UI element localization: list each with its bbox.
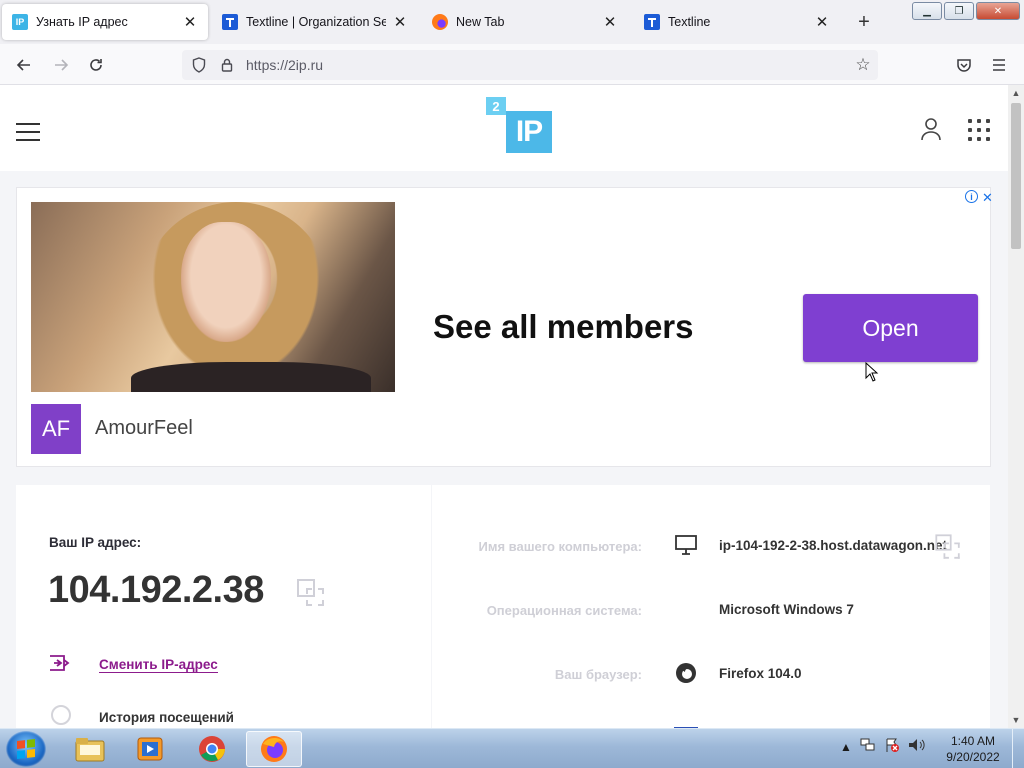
user-account-icon[interactable] [920,117,942,141]
scroll-thumb[interactable] [1011,103,1021,249]
show-desktop-button[interactable] [1012,729,1024,768]
textline-favicon-icon [644,14,660,30]
tab-title: Узнать IP адрес [36,15,128,29]
firefox-icon [674,661,698,685]
tab-textline[interactable]: Textline ✕ [634,4,840,40]
volume-icon[interactable] [908,738,926,755]
windows-taskbar: ▲ 1:40 AM 9/20/2022 [0,728,1024,768]
logo-big: IP [506,111,552,153]
2ip-favicon-icon: IP [12,14,28,30]
taskbar-clock[interactable]: 1:40 AM 9/20/2022 [936,733,1010,765]
ad-open-button[interactable]: Open [803,294,978,362]
media-player-icon[interactable] [122,731,178,767]
restore-icon[interactable]: ❐ [944,2,974,20]
firefox-favicon-icon [432,14,448,30]
tab-title: Textline [668,15,711,29]
tab-title: Textline | Organization Settings [246,15,386,29]
2ip-logo[interactable]: 2 IP [486,95,552,155]
page-viewport: 2 IP i ✕ See all members Open AF AmourFe… [0,85,1008,728]
window-close-icon[interactable]: ✕ [976,2,1020,20]
advertisement[interactable]: i ✕ See all members Open AF AmourFeel [16,187,993,467]
scroll-down-icon[interactable]: ▼ [1008,712,1024,728]
ad-choices[interactable]: i ✕ [965,190,993,206]
windows-logo-icon [17,739,35,759]
windows-icon [674,597,698,621]
tab-close-icon[interactable]: ✕ [814,14,830,31]
info-value: Microsoft Windows 7 [719,602,854,617]
system-tray: ▲ [840,737,926,756]
window-controls: ▁ ❐ ✕ [912,2,1020,20]
ad-close-icon[interactable]: ✕ [982,190,993,206]
pocket-icon[interactable] [951,52,977,78]
scroll-up-icon[interactable]: ▲ [1008,85,1024,101]
back-arrow-icon[interactable] [11,52,37,78]
info-value: ip-104-192-2-38.host.datawagon.net [719,538,948,553]
bookmark-star-icon[interactable]: ☆ [848,55,878,75]
shield-icon[interactable] [188,57,210,73]
show-hidden-icons-icon[interactable]: ▲ [840,740,852,754]
hamburger-menu-icon[interactable] [16,123,40,141]
app-menu-icon[interactable] [986,52,1012,78]
monitor-icon [674,533,698,557]
logo-small: 2 [486,97,506,115]
chrome-icon[interactable] [184,731,240,767]
history-link[interactable]: История посещений [99,710,234,725]
info-row-hostname: Имя вашего компьютера: ip-104-192-2-38.h… [432,531,990,561]
info-key: Ваш браузер: [554,667,642,682]
clock-time: 1:40 AM [950,734,996,748]
network-icon[interactable] [860,738,876,755]
ad-photo[interactable] [31,202,395,392]
firefox-taskbar-icon[interactable] [246,731,302,767]
connection-info-card: Имя вашего компьютера: ip-104-192-2-38.h… [432,485,990,728]
start-button[interactable] [6,731,46,767]
tab-2ip[interactable]: IP Узнать IP адрес ✕ [2,4,208,40]
ip-value: 104.192.2.38 [48,569,264,611]
info-row-browser: Ваш браузер: Firefox 104.0 [432,659,990,689]
lock-icon[interactable] [216,58,238,72]
tab-title: New Tab [456,15,505,29]
info-key: Имя вашего компьютера: [478,539,642,554]
textline-favicon-icon [222,14,238,30]
ad-avatar[interactable]: AF [31,404,81,454]
site-header: 2 IP [0,85,1008,171]
new-tab-plus-icon[interactable]: + [852,10,876,34]
ip-label: Ваш IP адрес: [49,535,142,550]
ad-headline[interactable]: See all members [433,308,694,346]
url-text: https://2ip.ru [246,57,324,73]
info-row-os: Операционная система: Microsoft Windows … [432,595,990,625]
ad-info-icon[interactable]: i [965,190,978,203]
action-center-flag-icon[interactable] [884,737,900,756]
copy-ip-icon[interactable] [297,579,325,607]
ip-card: Ваш IP адрес: 104.192.2.38 Сменить IP-ад… [16,485,431,728]
explorer-icon[interactable] [62,731,118,767]
page-scrollbar[interactable]: ▲ ▼ [1008,85,1024,728]
history-clock-icon [51,705,71,725]
tab-new-tab[interactable]: New Tab ✕ [422,4,628,40]
tab-close-icon[interactable]: ✕ [602,14,618,31]
clock-date: 9/20/2022 [946,750,1000,764]
tab-close-icon[interactable]: ✕ [392,14,408,31]
copy-hostname-icon[interactable] [935,534,960,559]
ad-brand-name[interactable]: AmourFeel [95,417,193,440]
tab-close-icon[interactable]: ✕ [182,14,198,31]
change-ip-icon [49,653,71,673]
navigation-toolbar: https://2ip.ru ☆ [0,44,1024,85]
info-value: Firefox 104.0 [719,666,802,681]
tab-textline-settings[interactable]: Textline | Organization Settings ✕ [212,4,418,40]
apps-grid-icon[interactable] [968,119,990,141]
minimize-icon[interactable]: ▁ [912,2,942,20]
tab-strip: IP Узнать IP адрес ✕ Textline | Organiza… [0,0,1024,44]
info-key: Операционная система: [486,603,642,618]
change-ip-link[interactable]: Сменить IP-адрес [99,657,218,673]
url-bar[interactable]: https://2ip.ru ☆ [182,50,878,80]
reload-icon[interactable] [83,52,109,78]
forward-arrow-icon[interactable] [48,52,74,78]
